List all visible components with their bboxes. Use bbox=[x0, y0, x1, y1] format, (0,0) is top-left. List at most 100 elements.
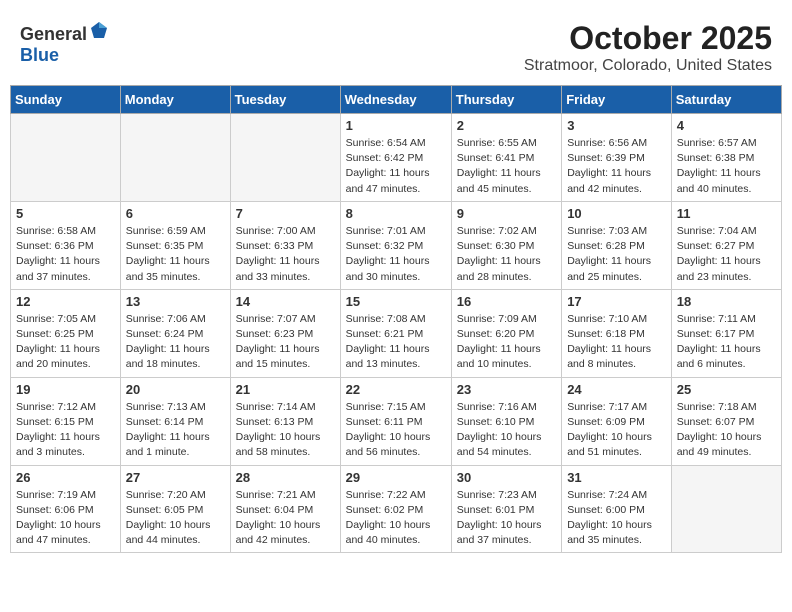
calendar-cell: 31Sunrise: 7:24 AM Sunset: 6:00 PM Dayli… bbox=[562, 465, 672, 553]
day-number: 1 bbox=[346, 118, 446, 133]
calendar-cell: 25 Sunrise: 7:18 AM Sunset: 6:07 PM Dayli… bbox=[671, 377, 781, 465]
day-info: Sunrise: 7:17 AM Sunset: 6:09 PM Dayligh… bbox=[567, 400, 666, 461]
day-info: Sunrise: 7:23 AM Sunset: 6:01 PM Dayligh… bbox=[457, 488, 556, 549]
day-number: 7 bbox=[236, 206, 335, 221]
day-info: Sunrise: 7:22 AM Sunset: 6:02 PM Dayligh… bbox=[346, 488, 446, 549]
logo-blue: Blue bbox=[20, 45, 59, 65]
calendar-cell: 13 Sunrise: 7:06 AM Sunset: 6:24 PM Dayli… bbox=[120, 289, 230, 377]
calendar-cell: 30 Sunrise: 7:23 AM Sunset: 6:01 PM Dayli… bbox=[451, 465, 561, 553]
day-info: Sunrise: 7:01 AM Sunset: 6:32 PM Dayligh… bbox=[346, 224, 446, 285]
calendar-cell: 11 Sunrise: 7:04 AM Sunset: 6:27 PM Dayli… bbox=[671, 201, 781, 289]
day-number: 25 bbox=[677, 382, 776, 397]
calendar-cell bbox=[671, 465, 781, 553]
day-info: Sunrise: 7:18 AM Sunset: 6:07 PM Dayligh… bbox=[677, 400, 776, 461]
weekday-header-friday: Friday bbox=[562, 86, 672, 114]
day-info: Sunrise: 7:20 AM Sunset: 6:05 PM Dayligh… bbox=[126, 488, 225, 549]
calendar-cell: 3 Sunrise: 6:56 AM Sunset: 6:39 PM Daylig… bbox=[562, 114, 672, 202]
day-info: Sunrise: 7:03 AM Sunset: 6:28 PM Dayligh… bbox=[567, 224, 666, 285]
calendar-cell: 26 Sunrise: 7:19 AM Sunset: 6:06 PM Dayli… bbox=[11, 465, 121, 553]
calendar-cell: 20 Sunrise: 7:13 AM Sunset: 6:14 PM Dayli… bbox=[120, 377, 230, 465]
day-number: 8 bbox=[346, 206, 446, 221]
day-number: 27 bbox=[126, 470, 225, 485]
day-info: Sunrise: 7:14 AM Sunset: 6:13 PM Dayligh… bbox=[236, 400, 335, 461]
day-number: 22 bbox=[346, 382, 446, 397]
day-number: 23 bbox=[457, 382, 556, 397]
weekday-header-thursday: Thursday bbox=[451, 86, 561, 114]
logo-icon bbox=[89, 20, 109, 40]
day-info: Sunrise: 7:15 AM Sunset: 6:11 PM Dayligh… bbox=[346, 400, 446, 461]
day-info: Sunrise: 7:02 AM Sunset: 6:30 PM Dayligh… bbox=[457, 224, 556, 285]
day-number: 10 bbox=[567, 206, 666, 221]
day-number: 14 bbox=[236, 294, 335, 309]
day-info: Sunrise: 6:54 AM Sunset: 6:42 PM Dayligh… bbox=[346, 136, 446, 197]
day-info: Sunrise: 6:58 AM Sunset: 6:36 PM Dayligh… bbox=[16, 224, 115, 285]
weekday-header-wednesday: Wednesday bbox=[340, 86, 451, 114]
calendar-cell: 22 Sunrise: 7:15 AM Sunset: 6:11 PM Dayli… bbox=[340, 377, 451, 465]
calendar-cell: 29 Sunrise: 7:22 AM Sunset: 6:02 PM Dayli… bbox=[340, 465, 451, 553]
day-info: Sunrise: 7:06 AM Sunset: 6:24 PM Dayligh… bbox=[126, 312, 225, 373]
day-number: 3 bbox=[567, 118, 666, 133]
calendar-cell: 10 Sunrise: 7:03 AM Sunset: 6:28 PM Dayli… bbox=[562, 201, 672, 289]
day-number: 24 bbox=[567, 382, 666, 397]
day-info: Sunrise: 7:00 AM Sunset: 6:33 PM Dayligh… bbox=[236, 224, 335, 285]
day-number: 4 bbox=[677, 118, 776, 133]
calendar-cell: 23Sunrise: 7:16 AM Sunset: 6:10 PM Dayli… bbox=[451, 377, 561, 465]
calendar-cell: 8 Sunrise: 7:01 AM Sunset: 6:32 PM Daylig… bbox=[340, 201, 451, 289]
day-info: Sunrise: 7:13 AM Sunset: 6:14 PM Dayligh… bbox=[126, 400, 225, 461]
calendar-cell: 7 Sunrise: 7:00 AM Sunset: 6:33 PM Daylig… bbox=[230, 201, 340, 289]
calendar-cell: 24 Sunrise: 7:17 AM Sunset: 6:09 PM Dayli… bbox=[562, 377, 672, 465]
calendar-cell: 6 Sunrise: 6:59 AM Sunset: 6:35 PM Daylig… bbox=[120, 201, 230, 289]
weekday-header-saturday: Saturday bbox=[671, 86, 781, 114]
day-number: 30 bbox=[457, 470, 556, 485]
day-number: 16 bbox=[457, 294, 556, 309]
calendar-week-3: 12Sunrise: 7:05 AM Sunset: 6:25 PM Dayli… bbox=[11, 289, 782, 377]
location-title: Stratmoor, Colorado, United States bbox=[524, 57, 772, 75]
day-info: Sunrise: 6:56 AM Sunset: 6:39 PM Dayligh… bbox=[567, 136, 666, 197]
calendar-week-4: 19Sunrise: 7:12 AM Sunset: 6:15 PM Dayli… bbox=[11, 377, 782, 465]
day-info: Sunrise: 7:04 AM Sunset: 6:27 PM Dayligh… bbox=[677, 224, 776, 285]
weekday-header-tuesday: Tuesday bbox=[230, 86, 340, 114]
calendar-cell: 2 Sunrise: 6:55 AM Sunset: 6:41 PM Daylig… bbox=[451, 114, 561, 202]
calendar-table: SundayMondayTuesdayWednesdayThursdayFrid… bbox=[10, 85, 782, 553]
calendar-cell: 19Sunrise: 7:12 AM Sunset: 6:15 PM Dayli… bbox=[11, 377, 121, 465]
day-info: Sunrise: 6:59 AM Sunset: 6:35 PM Dayligh… bbox=[126, 224, 225, 285]
calendar-week-1: 1 Sunrise: 6:54 AM Sunset: 6:42 PM Daylig… bbox=[11, 114, 782, 202]
calendar-cell: 4 Sunrise: 6:57 AM Sunset: 6:38 PM Daylig… bbox=[671, 114, 781, 202]
weekday-header-monday: Monday bbox=[120, 86, 230, 114]
calendar-cell: 1 Sunrise: 6:54 AM Sunset: 6:42 PM Daylig… bbox=[340, 114, 451, 202]
day-number: 18 bbox=[677, 294, 776, 309]
day-number: 21 bbox=[236, 382, 335, 397]
calendar-cell: 18Sunrise: 7:11 AM Sunset: 6:17 PM Dayli… bbox=[671, 289, 781, 377]
day-info: Sunrise: 6:57 AM Sunset: 6:38 PM Dayligh… bbox=[677, 136, 776, 197]
day-number: 20 bbox=[126, 382, 225, 397]
day-info: Sunrise: 7:21 AM Sunset: 6:04 PM Dayligh… bbox=[236, 488, 335, 549]
calendar-cell: 14 Sunrise: 7:07 AM Sunset: 6:23 PM Dayli… bbox=[230, 289, 340, 377]
month-title: October 2025 bbox=[524, 20, 772, 57]
day-number: 29 bbox=[346, 470, 446, 485]
calendar-cell: 17Sunrise: 7:10 AM Sunset: 6:18 PM Dayli… bbox=[562, 289, 672, 377]
day-number: 26 bbox=[16, 470, 115, 485]
calendar-cell: 15Sunrise: 7:08 AM Sunset: 6:21 PM Dayli… bbox=[340, 289, 451, 377]
day-info: Sunrise: 7:19 AM Sunset: 6:06 PM Dayligh… bbox=[16, 488, 115, 549]
calendar-cell bbox=[120, 114, 230, 202]
calendar-cell bbox=[230, 114, 340, 202]
day-number: 6 bbox=[126, 206, 225, 221]
day-info: Sunrise: 7:10 AM Sunset: 6:18 PM Dayligh… bbox=[567, 312, 666, 373]
day-number: 11 bbox=[677, 206, 776, 221]
day-info: Sunrise: 7:05 AM Sunset: 6:25 PM Dayligh… bbox=[16, 312, 115, 373]
day-number: 19 bbox=[16, 382, 115, 397]
day-info: Sunrise: 7:08 AM Sunset: 6:21 PM Dayligh… bbox=[346, 312, 446, 373]
day-number: 2 bbox=[457, 118, 556, 133]
day-info: Sunrise: 6:55 AM Sunset: 6:41 PM Dayligh… bbox=[457, 136, 556, 197]
calendar-cell: 9 Sunrise: 7:02 AM Sunset: 6:30 PM Daylig… bbox=[451, 201, 561, 289]
day-number: 5 bbox=[16, 206, 115, 221]
day-number: 13 bbox=[126, 294, 225, 309]
calendar-cell: 27 Sunrise: 7:20 AM Sunset: 6:05 PM Dayli… bbox=[120, 465, 230, 553]
calendar-cell: 16Sunrise: 7:09 AM Sunset: 6:20 PM Dayli… bbox=[451, 289, 561, 377]
day-info: Sunrise: 7:07 AM Sunset: 6:23 PM Dayligh… bbox=[236, 312, 335, 373]
page-header: General Blue October 2025 Stratmoor, Col… bbox=[10, 10, 782, 80]
calendar-week-2: 5 Sunrise: 6:58 AM Sunset: 6:36 PM Daylig… bbox=[11, 201, 782, 289]
day-number: 9 bbox=[457, 206, 556, 221]
title-block: October 2025 Stratmoor, Colorado, United… bbox=[524, 20, 772, 75]
logo: General Blue bbox=[20, 20, 109, 66]
